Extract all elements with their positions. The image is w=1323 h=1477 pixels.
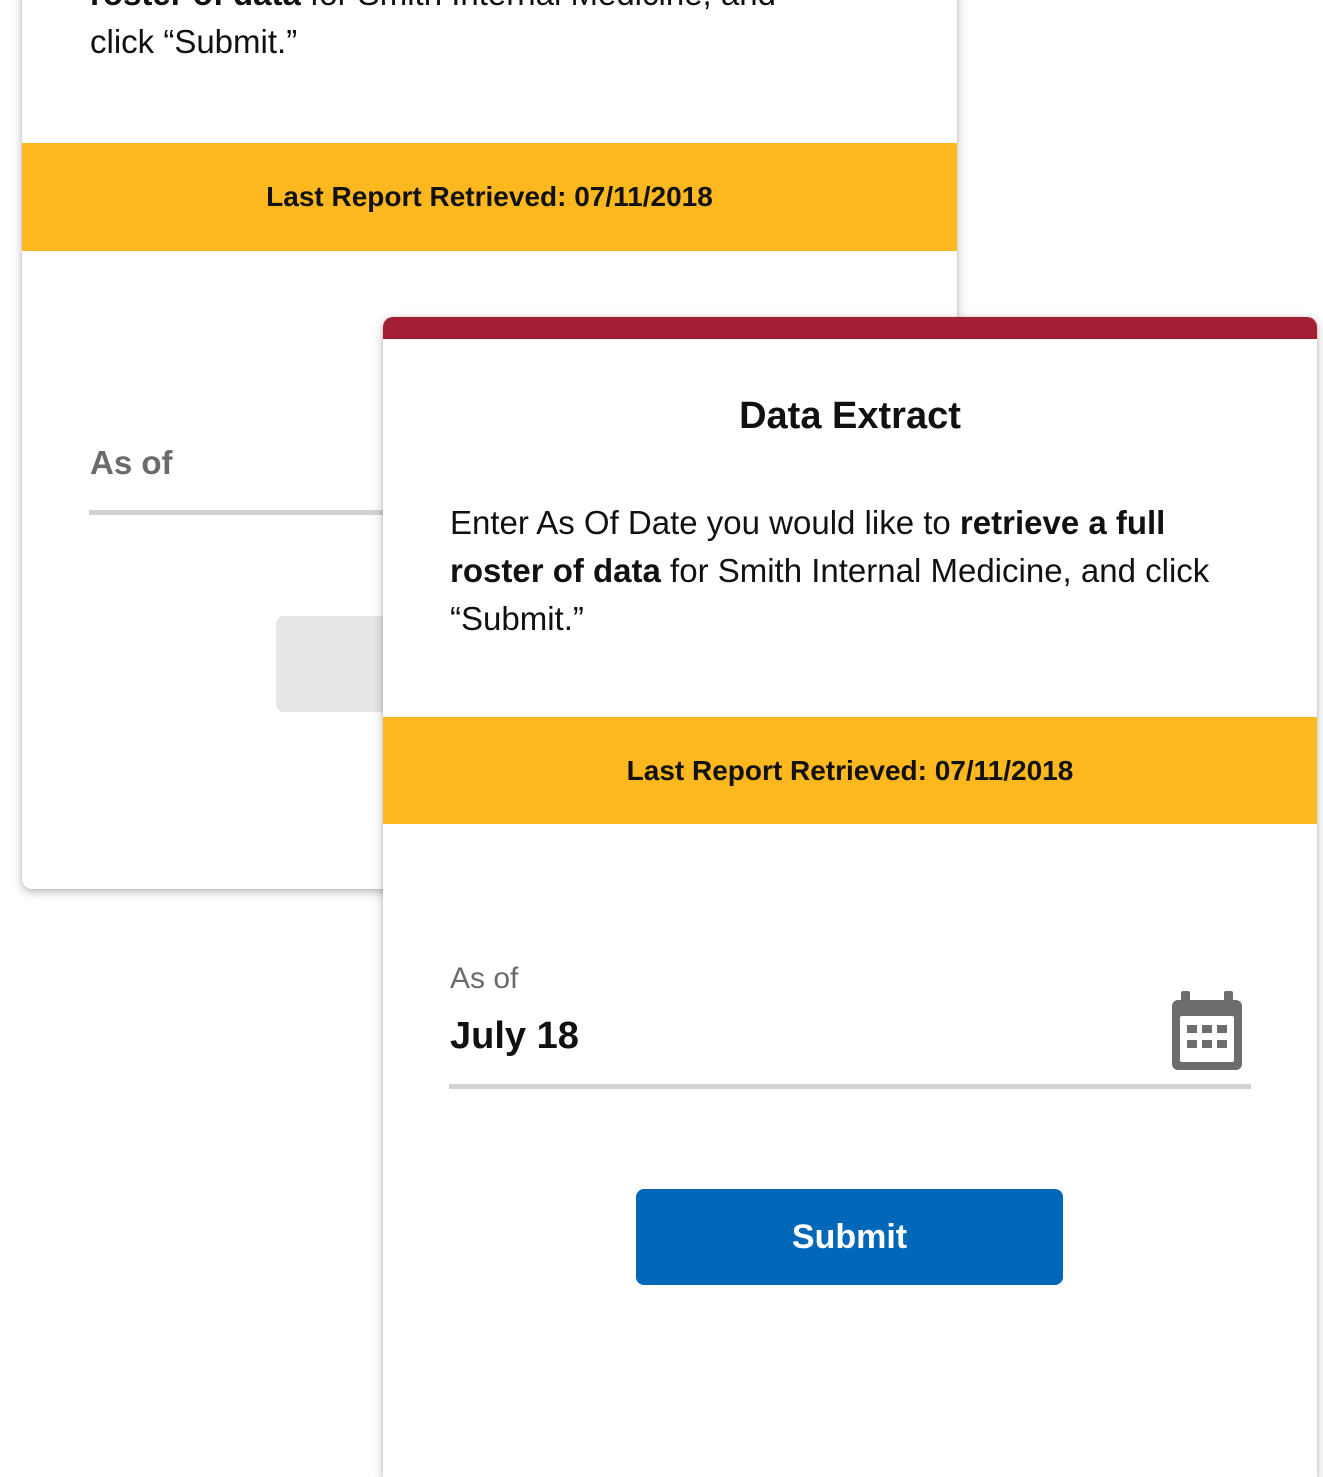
as-of-label: As of [90,444,173,481]
description-rest: for Smith Internal Medicine, and [301,0,776,12]
last-report-text: Last Report Retrieved: 07/11/2018 [266,181,713,212]
last-report-banner: Last Report Retrieved: 07/11/2018 [22,143,957,251]
description-bold: roster of data [90,0,301,12]
description-line2: click “Submit.” [90,23,298,60]
description-text: Enter As Of Date you would like to retri… [450,499,1250,643]
last-report-text: Last Report Retrieved: 07/11/2018 [626,755,1074,786]
as-of-date-value[interactable]: July 18 [450,1015,579,1058]
data-extract-card: Data Extract Enter As Of Date you would … [383,317,1317,1477]
last-report-banner: Last Report Retrieved: 07/11/2018 [383,717,1317,824]
card-accent-bar [383,317,1317,339]
description-text: roster of data for Smith Internal Medici… [90,0,890,66]
as-of-label: As of [450,962,519,995]
submit-button[interactable]: Submit [636,1189,1063,1285]
date-field-underline [449,1084,1251,1089]
card-title: Data Extract [739,395,961,437]
calendar-icon[interactable] [1171,989,1243,1071]
description-part1: Enter As Of Date you would like to [450,504,960,541]
